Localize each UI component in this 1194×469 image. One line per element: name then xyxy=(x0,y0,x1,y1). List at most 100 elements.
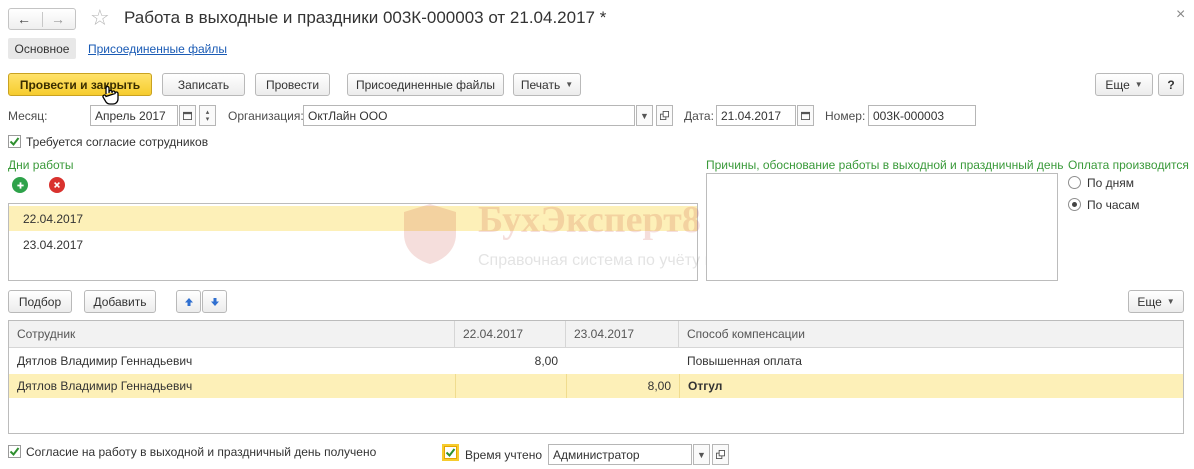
table-row[interactable]: Дятлов Владимир Геннадьевич 8,00 Повышен… xyxy=(9,349,1183,373)
back-icon[interactable]: ← xyxy=(17,11,31,27)
post-button[interactable]: Провести xyxy=(255,73,330,96)
checkmark-icon xyxy=(9,137,20,147)
organization-field[interactable]: ОктЛайн ООО xyxy=(303,105,635,126)
checkmark-icon xyxy=(9,447,20,457)
post-label: Провести xyxy=(265,77,320,92)
employees-table[interactable]: Сотрудник 22.04.2017 23.04.2017 Способ к… xyxy=(8,320,1184,434)
number-value: 003К-000003 xyxy=(873,108,945,123)
day1-cell: 8,00 xyxy=(534,354,558,368)
date-value: 21.04.2017 xyxy=(721,108,782,123)
watermark-logo-icon xyxy=(400,202,460,266)
number-field[interactable]: 003К-000003 xyxy=(868,105,976,126)
add-label: Добавить xyxy=(93,294,147,309)
tab-attached-files[interactable]: Присоединенные файлы xyxy=(88,42,227,56)
reasons-title: Причины, обоснование работы в выходной и… xyxy=(706,158,1064,172)
day2-cell: 8,00 xyxy=(566,374,679,398)
help-button[interactable]: ? xyxy=(1158,73,1184,96)
user-field[interactable]: Администратор xyxy=(548,444,692,465)
write-button[interactable]: Записать xyxy=(162,73,245,96)
consent-required-checkbox[interactable] xyxy=(8,135,21,148)
date-calendar-icon[interactable] xyxy=(797,105,814,126)
work-day-value: 22.04.2017 xyxy=(23,212,84,226)
arrow-up-icon xyxy=(184,297,193,306)
column-header-employee[interactable]: Сотрудник xyxy=(9,321,455,347)
month-spinner[interactable]: ▴ ▾ xyxy=(199,105,216,126)
pick-label: Подбор xyxy=(18,294,62,309)
organization-label: Организация: xyxy=(228,109,304,123)
payment-by-days-radio[interactable] xyxy=(1068,176,1081,189)
calendar-icon[interactable] xyxy=(179,105,196,126)
more-button[interactable]: Еще ▼ xyxy=(1095,73,1153,96)
user-dropdown[interactable]: ▼ xyxy=(693,444,710,465)
move-up-button[interactable] xyxy=(176,290,201,313)
organization-value: ОктЛайн ООО xyxy=(308,108,388,123)
date-label: Дата: xyxy=(684,109,714,123)
chevron-down-icon: ▼ xyxy=(640,110,649,121)
user-value: Администратор xyxy=(553,447,640,462)
column-header-compensation[interactable]: Способ компенсации xyxy=(679,321,1183,347)
consent-received-checkbox[interactable] xyxy=(8,445,21,458)
move-down-button[interactable] xyxy=(202,290,227,313)
write-label: Записать xyxy=(177,77,230,92)
chevron-down-icon: ▼ xyxy=(697,449,706,460)
nav-divider xyxy=(42,12,43,27)
day2-cell xyxy=(566,349,679,373)
consent-required-label: Требуется согласие сотрудников xyxy=(26,135,209,149)
add-button[interactable]: Добавить xyxy=(84,290,156,313)
work-days-title: Дни работы xyxy=(8,158,74,172)
number-label: Номер: xyxy=(825,109,866,123)
chevron-down-icon: ▼ xyxy=(565,80,574,89)
time-accounted-checkbox[interactable] xyxy=(444,446,457,459)
spinner-up-icon[interactable]: ▴ xyxy=(206,109,210,116)
watermark-brand: БухЭксперт8 xyxy=(478,199,701,241)
consent-received-label: Согласие на работу в выходной и празднич… xyxy=(26,445,377,459)
payment-by-hours-label: По часам xyxy=(1087,198,1140,212)
organization-dropdown[interactable]: ▼ xyxy=(636,105,653,126)
print-button[interactable]: Печать ▼ xyxy=(513,73,581,96)
reasons-textarea[interactable] xyxy=(706,173,1058,281)
delete-day-icon[interactable] xyxy=(49,177,65,193)
month-label: Месяц: xyxy=(8,109,48,123)
date-field[interactable]: 21.04.2017 xyxy=(716,105,796,126)
organization-open-icon[interactable] xyxy=(656,105,673,126)
nav-back-forward: ← → xyxy=(8,8,76,30)
chevron-down-icon: ▼ xyxy=(1166,297,1175,306)
table-more-button[interactable]: Еще ▼ xyxy=(1128,290,1184,313)
checkmark-icon xyxy=(445,448,456,458)
close-icon[interactable]: × xyxy=(1176,6,1185,24)
favorite-star-icon[interactable]: ☆ xyxy=(90,5,110,31)
payment-title: Оплата производится xyxy=(1068,158,1189,172)
more-label: Еще xyxy=(1105,77,1130,92)
compensation-cell: Отгул xyxy=(679,374,1183,398)
time-accounted-label: Время учтено xyxy=(465,448,543,462)
column-header-day2[interactable]: 23.04.2017 xyxy=(566,321,679,347)
month-field[interactable]: Апрель 2017 xyxy=(90,105,178,126)
post-and-close-label: Провести и закрыть xyxy=(19,77,141,92)
print-label: Печать xyxy=(520,77,561,92)
attached-files-label: Присоединенные файлы xyxy=(356,77,495,92)
employee-cell: Дятлов Владимир Геннадьевич xyxy=(17,379,193,393)
chevron-down-icon: ▼ xyxy=(1134,80,1143,89)
column-header-day1[interactable]: 22.04.2017 xyxy=(455,321,566,347)
pick-button[interactable]: Подбор xyxy=(8,290,72,313)
watermark-subtitle: Справочная система по учёту в 1С xyxy=(478,252,738,269)
compensation-cell: Повышенная оплата xyxy=(687,354,802,368)
month-value: Апрель 2017 xyxy=(95,108,166,123)
table-header: Сотрудник 22.04.2017 23.04.2017 Способ к… xyxy=(9,321,1183,348)
forward-icon[interactable]: → xyxy=(51,11,65,27)
add-day-icon[interactable] xyxy=(12,177,28,193)
table-more-label: Еще xyxy=(1137,294,1162,309)
spinner-down-icon[interactable]: ▾ xyxy=(206,116,210,123)
tab-main[interactable]: Основное xyxy=(8,38,76,59)
tab-main-label: Основное xyxy=(14,41,70,56)
employee-cell: Дятлов Владимир Геннадьевич xyxy=(17,354,193,368)
day1-cell xyxy=(455,374,566,398)
window-title: Работа в выходные и праздники 003К-00000… xyxy=(124,8,607,27)
table-row[interactable]: Дятлов Владимир Геннадьевич 8,00 Отгул xyxy=(9,374,1183,398)
post-and-close-button[interactable]: Провести и закрыть xyxy=(8,73,152,96)
help-label: ? xyxy=(1167,77,1175,92)
attached-files-button[interactable]: Присоединенные файлы xyxy=(347,73,504,96)
arrow-down-icon xyxy=(210,297,219,306)
payment-by-hours-radio[interactable] xyxy=(1068,198,1081,211)
user-open-icon[interactable] xyxy=(712,444,729,465)
